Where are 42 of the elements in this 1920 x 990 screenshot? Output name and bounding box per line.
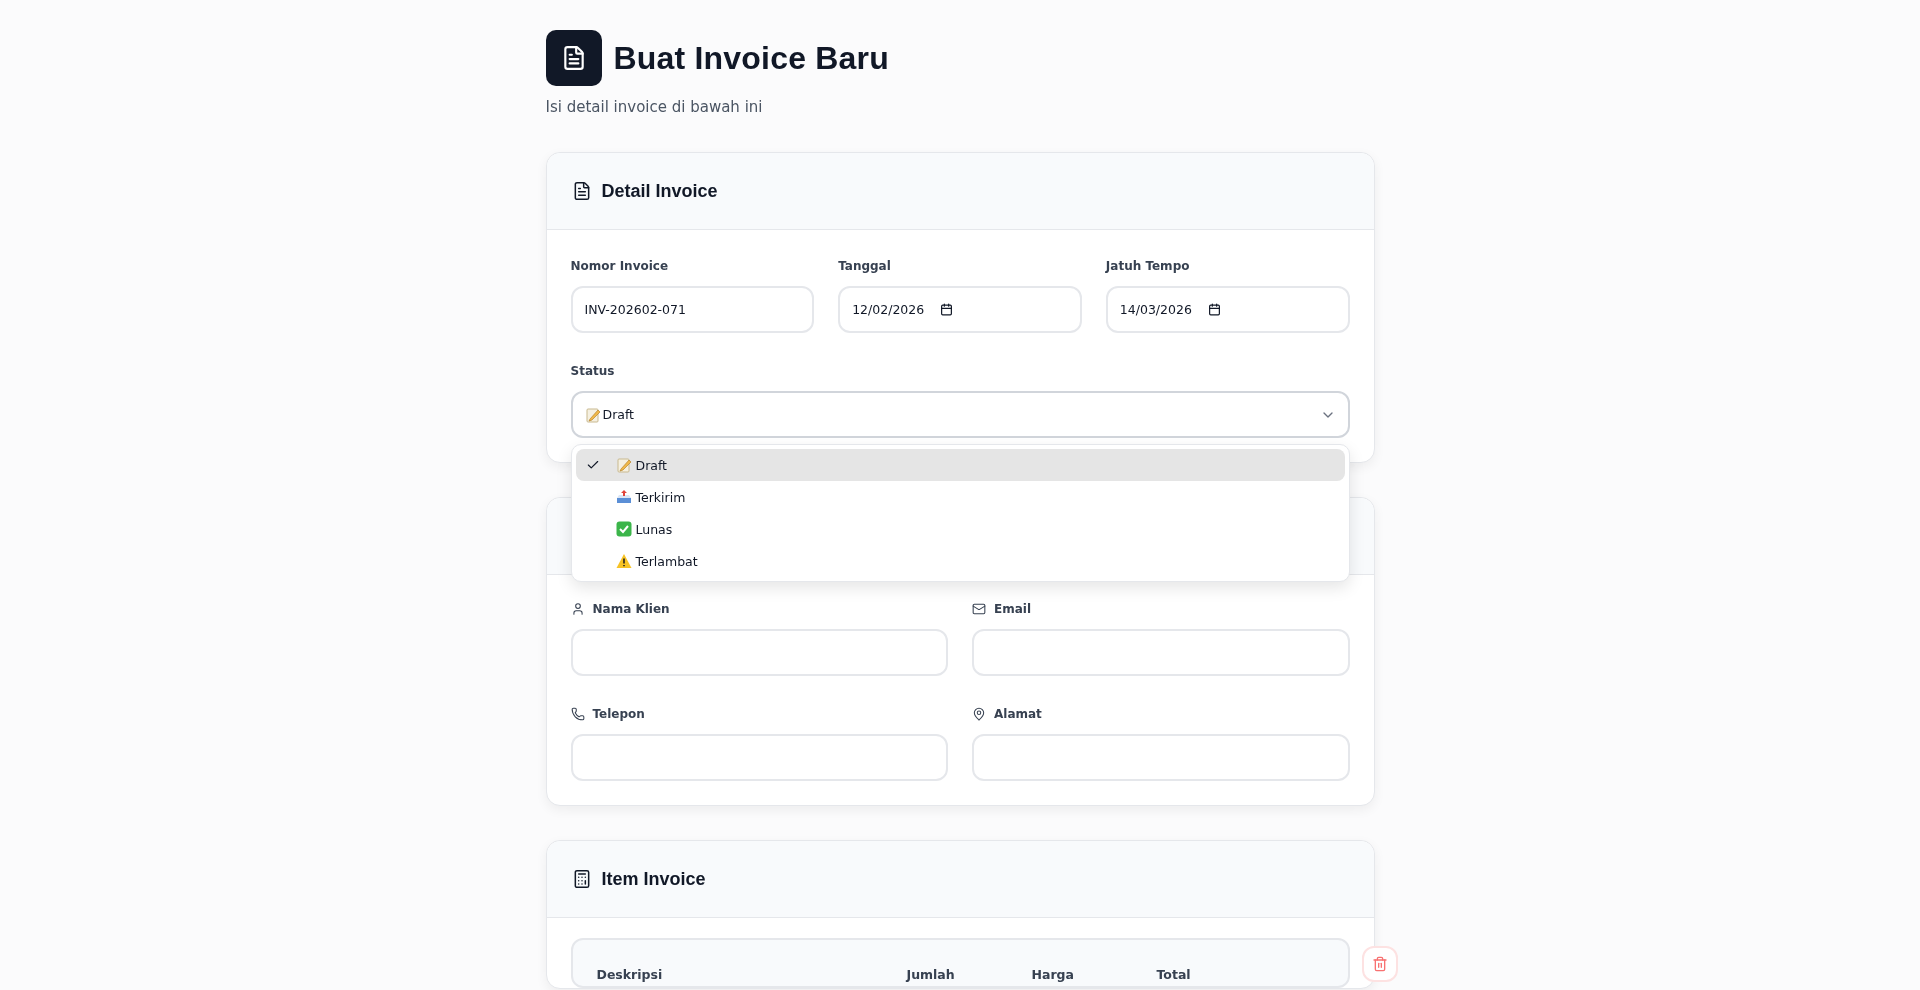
input-field[interactable]	[570, 629, 948, 676]
field-label: Tanggal	[838, 259, 891, 273]
trash-icon	[1371, 956, 1388, 972]
dropdown-option[interactable]: Lunas	[575, 513, 1345, 545]
field-label: Status	[570, 364, 615, 378]
column-heading: Total	[1156, 967, 1192, 982]
column-heading: Harga	[1031, 967, 1075, 982]
phone-icon	[570, 707, 585, 721]
field-label: Email	[994, 602, 1032, 616]
warning-icon	[615, 553, 632, 569]
dropdown-option[interactable]: Terkirim	[575, 481, 1345, 513]
field-label: Telepon	[592, 707, 645, 721]
column-heading: Deskripsi	[596, 967, 664, 982]
date-field[interactable]: 14/03/2026	[1105, 286, 1350, 333]
field-label: Jatuh Tempo	[1105, 259, 1190, 273]
card-title: Detail Invoice	[601, 180, 718, 202]
mail-icon	[972, 602, 986, 616]
status-select[interactable]: Draft	[570, 391, 1350, 438]
calendar-icon[interactable]	[940, 303, 954, 316]
person-icon	[570, 602, 585, 616]
date-field[interactable]: 12/02/2026	[838, 286, 1082, 333]
tray-icon	[615, 489, 632, 505]
location-pin-icon	[972, 707, 986, 721]
input-field[interactable]: INV-202602-071	[570, 286, 815, 333]
input-field[interactable]	[972, 734, 1350, 781]
dropdown-option[interactable]: Terlambat	[575, 545, 1345, 577]
input-field[interactable]	[570, 734, 948, 781]
calendar-icon[interactable]	[1207, 303, 1221, 316]
page-title: Buat Invoice Baru	[613, 39, 889, 77]
field-label: Nomor Invoice	[570, 259, 669, 273]
check-mark-icon	[585, 458, 600, 472]
page-subtitle: Isi detail invoice di bawah ini	[545, 98, 764, 116]
memo-icon	[584, 406, 601, 423]
column-heading: Jumlah	[906, 967, 956, 982]
card-title: Item Invoice	[601, 868, 706, 890]
input-field[interactable]	[972, 629, 1350, 676]
check-icon	[615, 521, 632, 537]
memo-icon	[615, 457, 632, 473]
dropdown-option[interactable]: Draft	[575, 449, 1345, 481]
field-label: Alamat	[994, 707, 1042, 721]
field-label: Nama Klien	[592, 602, 670, 616]
delete-button[interactable]	[1361, 946, 1398, 982]
